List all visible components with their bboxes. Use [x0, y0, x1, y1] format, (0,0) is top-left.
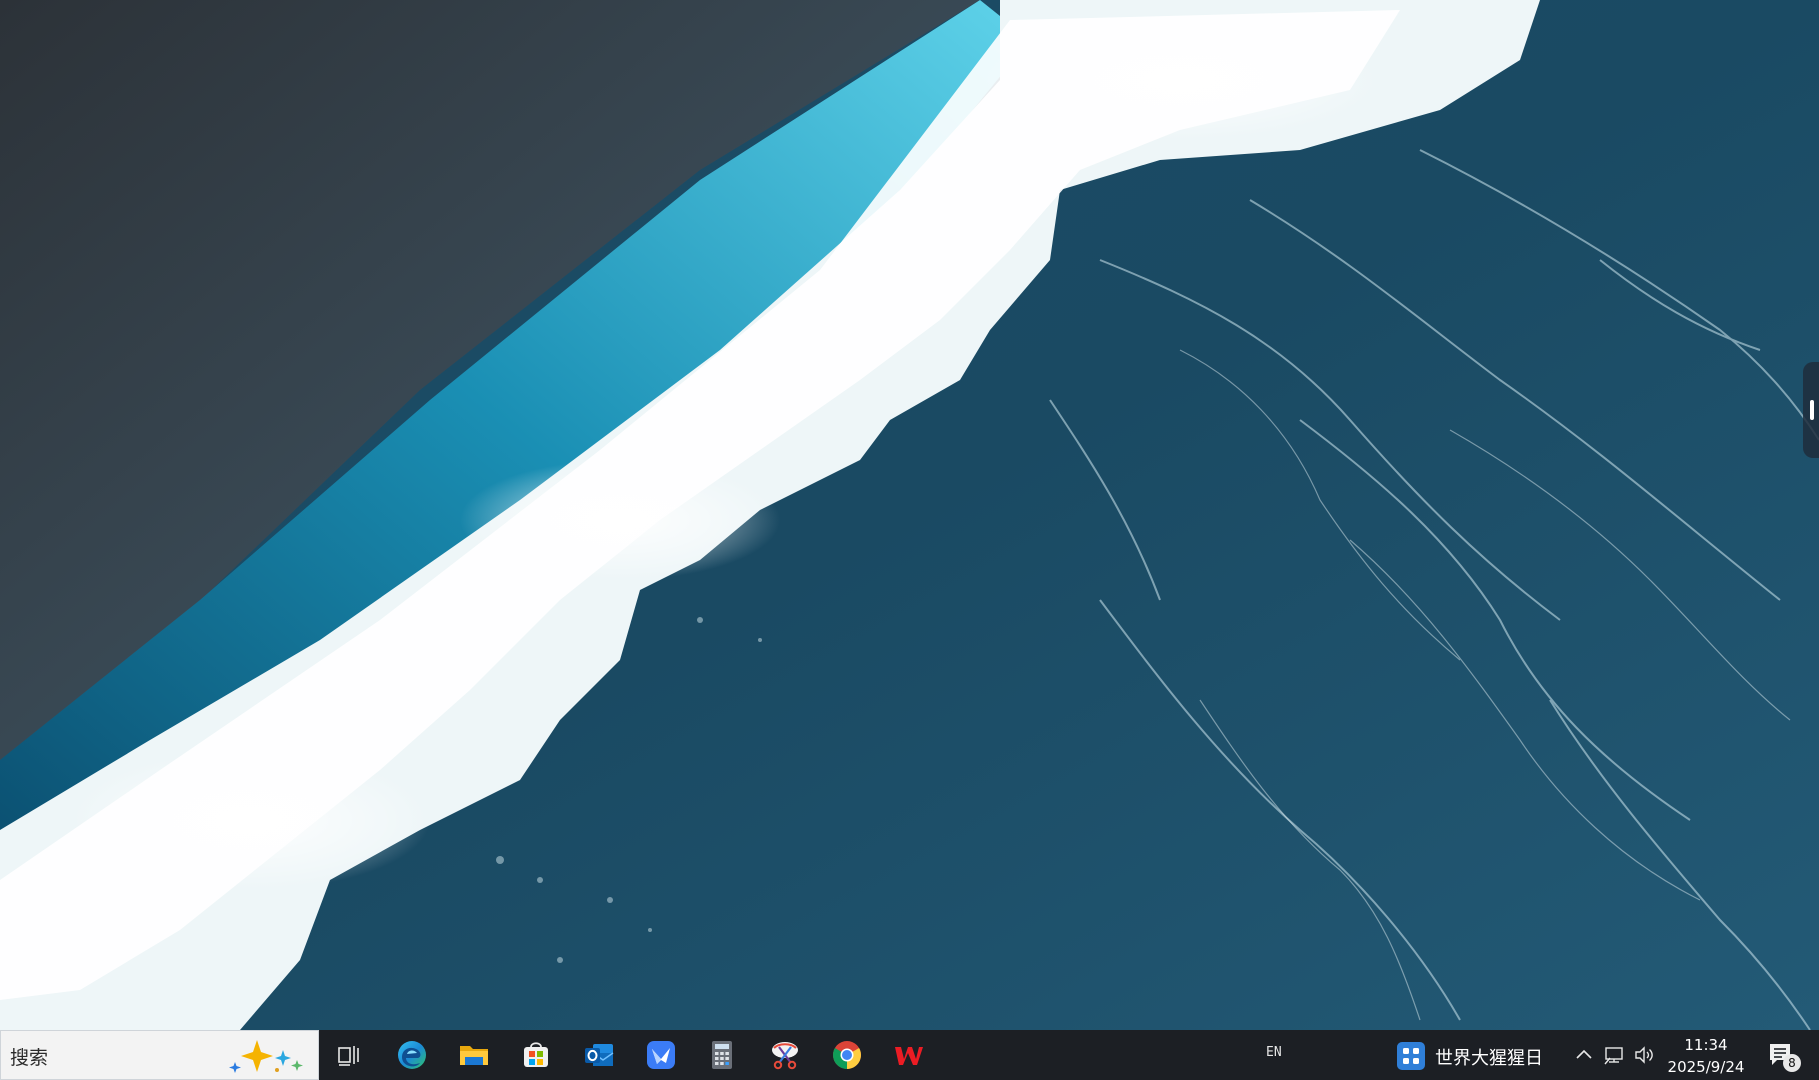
feishu-icon	[647, 1041, 675, 1069]
folder-icon	[460, 1046, 488, 1065]
clock-time: 11:34	[1684, 1036, 1728, 1054]
outlook-button[interactable]	[581, 1037, 617, 1073]
input-language-indicator[interactable]: EN	[1266, 1045, 1282, 1060]
snipping-tool-button[interactable]	[767, 1037, 803, 1073]
clock-date: 2025/9/24	[1667, 1058, 1745, 1076]
notification-count-badge: 8	[1783, 1054, 1801, 1072]
volume-button[interactable]	[1633, 1044, 1655, 1066]
edge-handle-grip	[1810, 400, 1814, 420]
taskbar: 搜索 EN 世界大猩猩日 11:34 2025/9/24 8	[0, 1030, 1819, 1080]
calculator-icon	[712, 1041, 732, 1069]
file-explorer-button[interactable]	[456, 1037, 492, 1073]
outlook-icon	[585, 1044, 614, 1066]
task-view-icon	[338, 1046, 359, 1066]
network-icon	[1604, 1047, 1623, 1065]
network-status-button[interactable]	[1603, 1044, 1625, 1066]
chevron-up-icon	[1576, 1049, 1592, 1059]
search-label: 搜索	[10, 1047, 49, 1069]
task-view-button[interactable]	[330, 1037, 366, 1073]
wps-button[interactable]	[890, 1037, 926, 1073]
store-button[interactable]	[518, 1037, 554, 1073]
feishu-button[interactable]	[643, 1037, 679, 1073]
notification-center-button[interactable]: 8	[1767, 1041, 1801, 1072]
edge-button[interactable]	[394, 1037, 430, 1073]
store-icon	[524, 1042, 548, 1067]
chrome-icon	[833, 1041, 861, 1069]
chrome-button[interactable]	[829, 1037, 865, 1073]
widget-headline: 世界大猩猩日	[1435, 1048, 1543, 1069]
system-clock[interactable]: 11:34 2025/9/24	[1660, 1034, 1752, 1078]
scissors-icon	[772, 1042, 798, 1070]
edge-sidebar-handle[interactable]	[1803, 362, 1819, 458]
calculator-button[interactable]	[704, 1037, 740, 1073]
volume-icon	[1635, 1046, 1653, 1064]
search-highlight-sparkle-icon	[229, 1040, 303, 1073]
widget-grid-icon	[1397, 1042, 1425, 1070]
wallpaper-ocean-wave	[0, 0, 1819, 1030]
desktop: 搜索 EN 世界大猩猩日 11:34 2025/9/24 8	[0, 0, 1819, 1080]
wps-icon	[895, 1047, 923, 1065]
edge-icon	[398, 1041, 426, 1069]
taskbar-search-box[interactable]: 搜索	[0, 1030, 319, 1080]
show-hidden-icons-button[interactable]	[1573, 1044, 1595, 1066]
